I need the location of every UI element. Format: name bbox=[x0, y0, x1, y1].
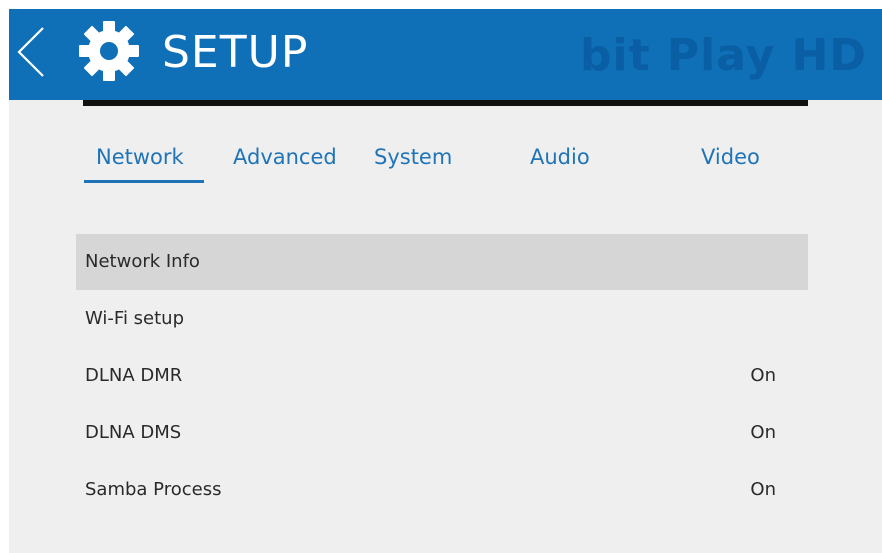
brand-logo: bit Play HD bbox=[580, 30, 867, 81]
tab-network[interactable]: Network bbox=[96, 143, 184, 171]
tab-system[interactable]: System bbox=[374, 143, 452, 171]
menu-item-label: Network Info bbox=[85, 251, 200, 272]
gear-icon bbox=[79, 21, 139, 81]
tab-advanced[interactable]: Advanced bbox=[233, 143, 337, 171]
header-divider bbox=[83, 100, 808, 106]
menu-item-label: DLNA DMR bbox=[85, 365, 183, 386]
menu-item-value: On bbox=[750, 365, 776, 386]
setup-screen: SETUP bit Play HD Network Advanced Syste… bbox=[0, 0, 882, 553]
tab-video[interactable]: Video bbox=[701, 143, 760, 171]
active-tab-indicator bbox=[84, 180, 204, 183]
menu-item-dlna-dms[interactable]: DLNA DMS On bbox=[76, 405, 808, 461]
menu-item-samba-process[interactable]: Samba Process On bbox=[76, 462, 808, 518]
menu-item-label: Wi-Fi setup bbox=[85, 308, 185, 329]
menu-item-wifi-setup[interactable]: Wi-Fi setup bbox=[76, 291, 808, 347]
menu-item-dlna-dmr[interactable]: DLNA DMR On bbox=[76, 348, 808, 404]
tab-audio[interactable]: Audio bbox=[530, 143, 590, 171]
chevron-left-icon[interactable] bbox=[15, 26, 49, 78]
page-title: SETUP bbox=[162, 27, 309, 78]
menu-item-network-info[interactable]: Network Info bbox=[76, 234, 808, 290]
menu-item-value: On bbox=[750, 479, 776, 500]
menu-item-value: On bbox=[750, 422, 776, 443]
menu-item-label: DLNA DMS bbox=[85, 422, 182, 443]
menu-item-label: Samba Process bbox=[85, 479, 222, 500]
